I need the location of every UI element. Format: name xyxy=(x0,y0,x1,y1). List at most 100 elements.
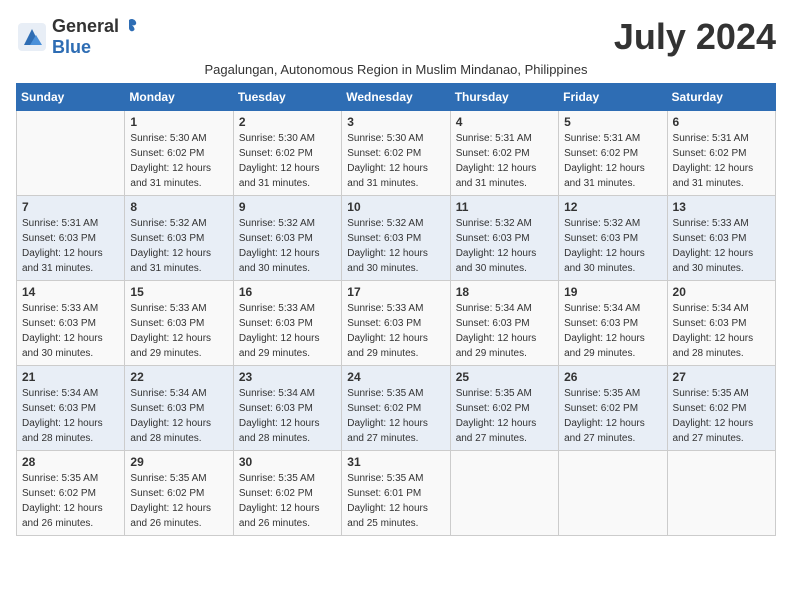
calendar-cell: 4Sunrise: 5:31 AM Sunset: 6:02 PM Daylig… xyxy=(450,111,558,196)
day-number: 1 xyxy=(130,115,227,129)
day-info: Sunrise: 5:33 AM Sunset: 6:03 PM Dayligh… xyxy=(347,301,444,361)
day-number: 21 xyxy=(22,370,119,384)
day-number: 30 xyxy=(239,455,336,469)
day-number: 17 xyxy=(347,285,444,299)
day-info: Sunrise: 5:34 AM Sunset: 6:03 PM Dayligh… xyxy=(673,301,770,361)
day-number: 26 xyxy=(564,370,661,384)
day-number: 25 xyxy=(456,370,553,384)
calendar-cell: 16 Sunrise: 5:33 AM Sunset: 6:03 PM Dayli… xyxy=(233,281,341,366)
calendar-day-header: Wednesday xyxy=(342,84,450,111)
day-number: 19 xyxy=(564,285,661,299)
calendar-cell: 19 Sunrise: 5:34 AM Sunset: 6:03 PM Dayli… xyxy=(559,281,667,366)
calendar-week-row: 1 Sunrise: 5:30 AM Sunset: 6:02 PM Daylig… xyxy=(17,111,776,196)
calendar-cell: 15Sunrise: 5:33 AM Sunset: 6:03 PM Dayli… xyxy=(125,281,233,366)
day-number: 20 xyxy=(673,285,770,299)
page-header: General Blue July 2024 xyxy=(16,16,776,58)
calendar-day-header: Sunday xyxy=(17,84,125,111)
calendar-cell: 5Sunrise: 5:31 AM Sunset: 6:02 PM Daylig… xyxy=(559,111,667,196)
day-number: 8 xyxy=(130,200,227,214)
day-info: Sunrise: 5:35 AM Sunset: 6:02 PM Dayligh… xyxy=(130,471,227,531)
day-info: Sunrise: 5:31 AM Sunset: 6:02 PM Dayligh… xyxy=(456,131,553,191)
day-number: 13 xyxy=(673,200,770,214)
logo-bird-icon xyxy=(120,16,138,34)
calendar-cell: 8 Sunrise: 5:32 AM Sunset: 6:03 PM Daylig… xyxy=(125,196,233,281)
day-number: 11 xyxy=(456,200,553,214)
calendar-week-row: 14 Sunrise: 5:33 AM Sunset: 6:03 PM Dayli… xyxy=(17,281,776,366)
calendar-day-header: Thursday xyxy=(450,84,558,111)
month-title: July 2024 xyxy=(614,16,776,58)
logo-general: General xyxy=(52,16,119,37)
day-info: Sunrise: 5:35 AM Sunset: 6:02 PM Dayligh… xyxy=(673,386,770,446)
calendar-cell: 14 Sunrise: 5:33 AM Sunset: 6:03 PM Dayli… xyxy=(17,281,125,366)
day-info: Sunrise: 5:35 AM Sunset: 6:02 PM Dayligh… xyxy=(22,471,119,531)
calendar-cell: 13 Sunrise: 5:33 AM Sunset: 6:03 PM Dayli… xyxy=(667,196,775,281)
day-info: Sunrise: 5:35 AM Sunset: 6:02 PM Dayligh… xyxy=(347,386,444,446)
calendar-cell: 22 Sunrise: 5:34 AM Sunset: 6:03 PM Dayli… xyxy=(125,366,233,451)
calendar-table: SundayMondayTuesdayWednesdayThursdayFrid… xyxy=(16,83,776,536)
calendar-cell: 25 Sunrise: 5:35 AM Sunset: 6:02 PM Dayli… xyxy=(450,366,558,451)
calendar-cell: 12 Sunrise: 5:32 AM Sunset: 6:03 PM Dayli… xyxy=(559,196,667,281)
day-info: Sunrise: 5:30 AM Sunset: 6:02 PM Dayligh… xyxy=(347,131,444,191)
day-number: 18 xyxy=(456,285,553,299)
day-number: 12 xyxy=(564,200,661,214)
day-info: Sunrise: 5:30 AM Sunset: 6:02 PM Dayligh… xyxy=(130,131,227,191)
calendar-cell: 26Sunrise: 5:35 AM Sunset: 6:02 PM Dayli… xyxy=(559,366,667,451)
calendar-header-row: SundayMondayTuesdayWednesdayThursdayFrid… xyxy=(17,84,776,111)
calendar-day-header: Tuesday xyxy=(233,84,341,111)
day-number: 24 xyxy=(347,370,444,384)
day-number: 14 xyxy=(22,285,119,299)
calendar-cell: 17 Sunrise: 5:33 AM Sunset: 6:03 PM Dayli… xyxy=(342,281,450,366)
day-info: Sunrise: 5:33 AM Sunset: 6:03 PM Dayligh… xyxy=(239,301,336,361)
logo-icon xyxy=(16,21,48,53)
day-number: 27 xyxy=(673,370,770,384)
day-number: 6 xyxy=(673,115,770,129)
day-info: Sunrise: 5:35 AM Sunset: 6:01 PM Dayligh… xyxy=(347,471,444,531)
day-info: Sunrise: 5:35 AM Sunset: 6:02 PM Dayligh… xyxy=(456,386,553,446)
day-number: 31 xyxy=(347,455,444,469)
day-number: 2 xyxy=(239,115,336,129)
calendar-cell: 1 Sunrise: 5:30 AM Sunset: 6:02 PM Daylig… xyxy=(125,111,233,196)
day-number: 28 xyxy=(22,455,119,469)
day-info: Sunrise: 5:32 AM Sunset: 6:03 PM Dayligh… xyxy=(130,216,227,276)
calendar-day-header: Monday xyxy=(125,84,233,111)
calendar-cell: 21Sunrise: 5:34 AM Sunset: 6:03 PM Dayli… xyxy=(17,366,125,451)
day-info: Sunrise: 5:34 AM Sunset: 6:03 PM Dayligh… xyxy=(564,301,661,361)
day-number: 23 xyxy=(239,370,336,384)
calendar-cell: 23 Sunrise: 5:34 AM Sunset: 6:03 PM Dayli… xyxy=(233,366,341,451)
day-info: Sunrise: 5:30 AM Sunset: 6:02 PM Dayligh… xyxy=(239,131,336,191)
calendar-cell xyxy=(559,451,667,536)
logo-blue: Blue xyxy=(52,37,91,57)
calendar-cell: 10Sunrise: 5:32 AM Sunset: 6:03 PM Dayli… xyxy=(342,196,450,281)
day-number: 22 xyxy=(130,370,227,384)
day-info: Sunrise: 5:32 AM Sunset: 6:03 PM Dayligh… xyxy=(239,216,336,276)
day-info: Sunrise: 5:31 AM Sunset: 6:02 PM Dayligh… xyxy=(564,131,661,191)
calendar-cell: 18 Sunrise: 5:34 AM Sunset: 6:03 PM Dayli… xyxy=(450,281,558,366)
calendar-cell: 27 Sunrise: 5:35 AM Sunset: 6:02 PM Dayli… xyxy=(667,366,775,451)
calendar-week-row: 28 Sunrise: 5:35 AM Sunset: 6:02 PM Dayli… xyxy=(17,451,776,536)
calendar-cell: 28 Sunrise: 5:35 AM Sunset: 6:02 PM Dayli… xyxy=(17,451,125,536)
day-info: Sunrise: 5:32 AM Sunset: 6:03 PM Dayligh… xyxy=(564,216,661,276)
calendar-week-row: 21 Sunrise: 5:34 AM Sunset: 6:03 PM Dayli… xyxy=(17,366,776,451)
calendar-cell xyxy=(450,451,558,536)
calendar-cell: 2 Sunrise: 5:30 AM Sunset: 6:02 PM Daylig… xyxy=(233,111,341,196)
calendar-week-row: 7Sunrise: 5:31 AM Sunset: 6:03 PM Daylig… xyxy=(17,196,776,281)
calendar-cell: 29 Sunrise: 5:35 AM Sunset: 6:02 PM Dayli… xyxy=(125,451,233,536)
calendar-day-header: Friday xyxy=(559,84,667,111)
day-number: 29 xyxy=(130,455,227,469)
day-info: Sunrise: 5:34 AM Sunset: 6:03 PM Dayligh… xyxy=(456,301,553,361)
calendar-cell: 9Sunrise: 5:32 AM Sunset: 6:03 PM Daylig… xyxy=(233,196,341,281)
day-number: 10 xyxy=(347,200,444,214)
day-info: Sunrise: 5:35 AM Sunset: 6:02 PM Dayligh… xyxy=(239,471,336,531)
day-info: Sunrise: 5:33 AM Sunset: 6:03 PM Dayligh… xyxy=(22,301,119,361)
day-info: Sunrise: 5:32 AM Sunset: 6:03 PM Dayligh… xyxy=(456,216,553,276)
day-number: 3 xyxy=(347,115,444,129)
day-info: Sunrise: 5:34 AM Sunset: 6:03 PM Dayligh… xyxy=(130,386,227,446)
calendar-day-header: Saturday xyxy=(667,84,775,111)
calendar-cell: 3 Sunrise: 5:30 AM Sunset: 6:02 PM Daylig… xyxy=(342,111,450,196)
day-number: 16 xyxy=(239,285,336,299)
day-info: Sunrise: 5:31 AM Sunset: 6:03 PM Dayligh… xyxy=(22,216,119,276)
day-number: 15 xyxy=(130,285,227,299)
logo: General Blue xyxy=(16,16,138,58)
day-info: Sunrise: 5:34 AM Sunset: 6:03 PM Dayligh… xyxy=(239,386,336,446)
day-info: Sunrise: 5:33 AM Sunset: 6:03 PM Dayligh… xyxy=(673,216,770,276)
